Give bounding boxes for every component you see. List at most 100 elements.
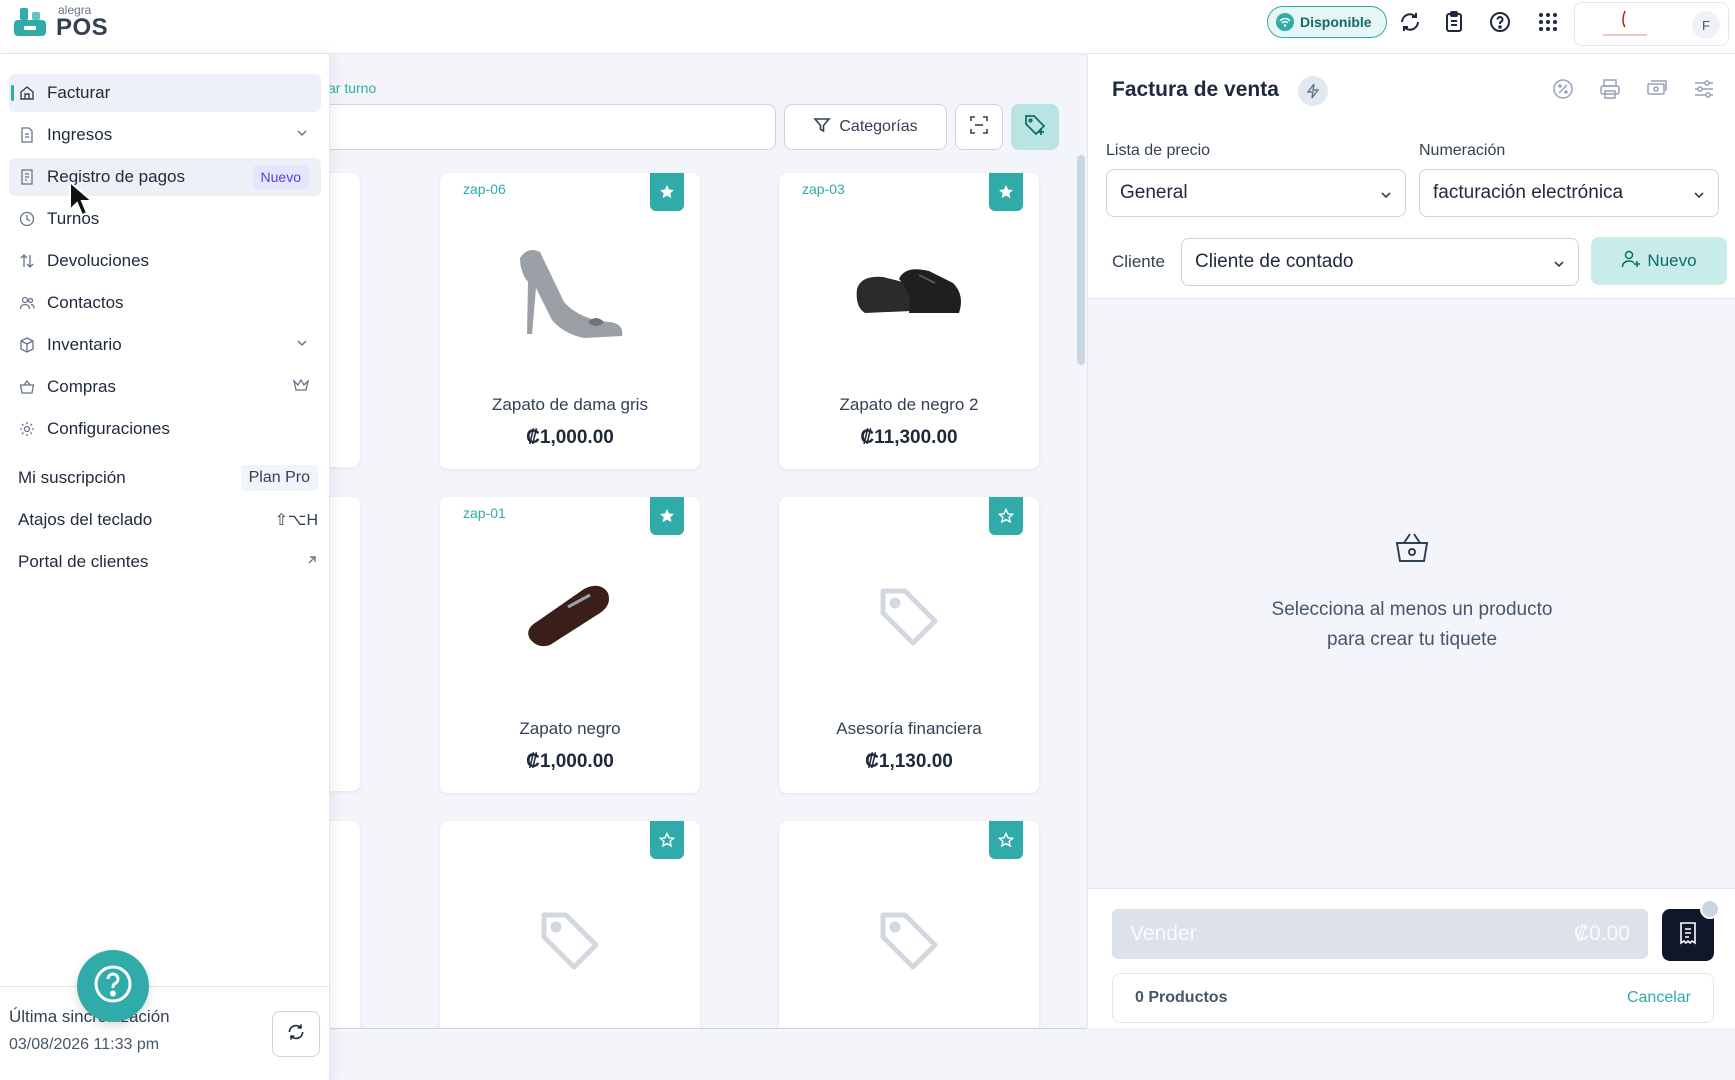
price-list-value: General bbox=[1120, 182, 1188, 203]
loafer-image bbox=[480, 547, 660, 687]
invoice-footer: Vender ₡0.00 0 Productos Cancelar bbox=[1088, 888, 1735, 1028]
invoice-panel: Factura de venta Lista de precio General… bbox=[1087, 54, 1735, 1028]
favorite-star-outline-icon[interactable] bbox=[650, 821, 684, 859]
sync-icon[interactable] bbox=[1398, 10, 1422, 34]
favorite-star-outline-icon[interactable] bbox=[989, 497, 1023, 535]
product-card[interactable] bbox=[440, 821, 700, 1041]
arrows-icon bbox=[19, 253, 35, 269]
tag-placeholder-icon bbox=[819, 871, 999, 1011]
product-price: ₡1,000.00 bbox=[526, 751, 614, 772]
pos-register-icon bbox=[12, 4, 48, 40]
product-price: ₡11,300.00 bbox=[860, 427, 958, 448]
gear-icon bbox=[19, 421, 35, 437]
menu-item-contactos[interactable]: Contactos bbox=[9, 284, 321, 322]
client-value: Cliente de contado bbox=[1195, 251, 1354, 272]
last-sync-time: 03/08/2026 11:33 pm bbox=[9, 1036, 160, 1053]
menu-item-compras[interactable]: Compras bbox=[9, 368, 321, 406]
new-client-label: Nuevo bbox=[1647, 251, 1697, 270]
help-icon[interactable] bbox=[1488, 10, 1512, 34]
client-label: Cliente bbox=[1112, 252, 1165, 271]
menu-label: Inventario bbox=[47, 335, 122, 354]
favorite-star-icon[interactable] bbox=[989, 173, 1023, 211]
status-badge[interactable]: Disponible bbox=[1267, 6, 1387, 38]
product-card[interactable]: Asesoría financiera ₡1,130.00 bbox=[779, 497, 1039, 793]
printer-icon[interactable] bbox=[1599, 78, 1623, 102]
menu-item-turnos[interactable]: Turnos bbox=[9, 200, 321, 238]
logo-title: POS bbox=[56, 14, 109, 41]
mouse-cursor-icon bbox=[68, 179, 95, 223]
product-card[interactable] bbox=[779, 821, 1039, 1041]
menu-item-portal[interactable]: Portal de clientes bbox=[18, 544, 320, 580]
menu-item-registro-pagos[interactable]: Registro de pagos Nuevo bbox=[9, 158, 321, 196]
numbering-label: Numeración bbox=[1419, 142, 1506, 159]
menu-label: Configuraciones bbox=[47, 419, 170, 438]
product-search-input[interactable] bbox=[310, 104, 776, 150]
plan-badge: Plan Pro bbox=[240, 465, 318, 491]
favorite-star-icon[interactable] bbox=[650, 497, 684, 535]
invoice-items-area: Selecciona al menos un producto para cre… bbox=[1088, 298, 1735, 888]
status-label: Disponible bbox=[1300, 14, 1372, 30]
menu-item-ingresos[interactable]: Ingresos bbox=[9, 116, 321, 154]
product-code: zap-03 bbox=[802, 181, 845, 197]
notification-dot bbox=[1700, 899, 1720, 919]
menu-label: Ingresos bbox=[47, 125, 113, 144]
chevron-down-icon bbox=[1379, 186, 1393, 208]
categories-button[interactable]: Categorías bbox=[784, 104, 947, 150]
document-icon bbox=[19, 127, 35, 143]
menu-label: Compras bbox=[47, 377, 116, 396]
company-selector[interactable]: F bbox=[1574, 2, 1729, 46]
lightning-icon[interactable] bbox=[1298, 76, 1328, 106]
product-card[interactable]: zap-03 Zapato de negro 2 ₡11,300.00 bbox=[779, 173, 1039, 469]
product-price: ₡1,130.00 bbox=[865, 751, 953, 772]
apps-grid-icon[interactable] bbox=[1536, 10, 1560, 34]
external-arrow-icon bbox=[306, 553, 318, 571]
question-icon bbox=[93, 964, 133, 1009]
price-list-select[interactable]: General bbox=[1106, 169, 1406, 217]
product-name: Zapato negro bbox=[519, 719, 621, 738]
menu-label: Portal de clientes bbox=[18, 552, 149, 571]
new-client-button[interactable]: Nuevo bbox=[1591, 237, 1727, 285]
chevron-down-icon bbox=[1692, 186, 1706, 208]
sell-button[interactable]: Vender ₡0.00 bbox=[1112, 909, 1648, 959]
user-plus-icon bbox=[1621, 249, 1641, 274]
settings-sliders-icon[interactable] bbox=[1693, 78, 1717, 102]
heel-shoe-image bbox=[480, 223, 660, 363]
active-indicator bbox=[11, 85, 14, 101]
menu-item-inventario[interactable]: Inventario bbox=[9, 326, 321, 364]
menu-item-devoluciones[interactable]: Devoluciones bbox=[9, 242, 321, 280]
barcode-scan-button[interactable] bbox=[955, 104, 1003, 150]
cancel-button[interactable]: Cancelar bbox=[1627, 989, 1691, 1007]
menu-item-shortcuts[interactable]: Atajos del teclado ⇧⌥H bbox=[18, 502, 320, 538]
product-code: zap-06 bbox=[463, 181, 506, 197]
avatar[interactable]: F bbox=[1692, 11, 1720, 39]
menu-item-facturar[interactable]: Facturar bbox=[9, 74, 321, 112]
alegra-pos-logo[interactable]: alegra POS bbox=[12, 4, 108, 40]
clipboard-icon[interactable] bbox=[1442, 10, 1466, 34]
menu-item-configuraciones[interactable]: Configuraciones bbox=[9, 410, 321, 448]
empty-cart-line-1: Selecciona al menos un producto bbox=[1271, 599, 1553, 620]
menu-label: Atajos del teclado bbox=[18, 510, 153, 529]
help-chat-button[interactable] bbox=[77, 950, 149, 1022]
sync-icon bbox=[286, 1022, 306, 1047]
add-item-button[interactable] bbox=[1011, 104, 1059, 150]
products-summary-bar[interactable]: 0 Productos Cancelar bbox=[1112, 973, 1714, 1023]
products-count: 0 Productos bbox=[1135, 989, 1228, 1006]
product-card[interactable]: zap-01 Zapato negro ₡1,000.00 bbox=[440, 497, 700, 793]
menu-divider bbox=[0, 986, 330, 987]
product-list-scrollbar[interactable] bbox=[1077, 155, 1085, 365]
close-shift-link[interactable]: ar turno bbox=[328, 80, 376, 96]
black-shoes-image bbox=[819, 223, 999, 363]
clock-icon bbox=[19, 211, 35, 227]
client-select[interactable]: Cliente de contado bbox=[1181, 238, 1579, 286]
discount-icon[interactable] bbox=[1552, 78, 1576, 102]
sync-button[interactable] bbox=[272, 1011, 320, 1057]
empty-cart-line-2: para crear tu tiquete bbox=[1326, 629, 1498, 650]
menu-item-subscription[interactable]: Mi suscripción Plan Pro bbox=[18, 460, 320, 496]
numbering-select[interactable]: facturación electrónica bbox=[1419, 169, 1719, 217]
product-card[interactable]: zap-06 Zapato de dama gris ₡1,000.00 bbox=[440, 173, 700, 469]
tag-plus-icon bbox=[1024, 114, 1046, 141]
menu-label: Contactos bbox=[47, 293, 124, 312]
cash-icon[interactable] bbox=[1646, 78, 1670, 102]
favorite-star-icon[interactable] bbox=[650, 173, 684, 211]
favorite-star-outline-icon[interactable] bbox=[989, 821, 1023, 859]
